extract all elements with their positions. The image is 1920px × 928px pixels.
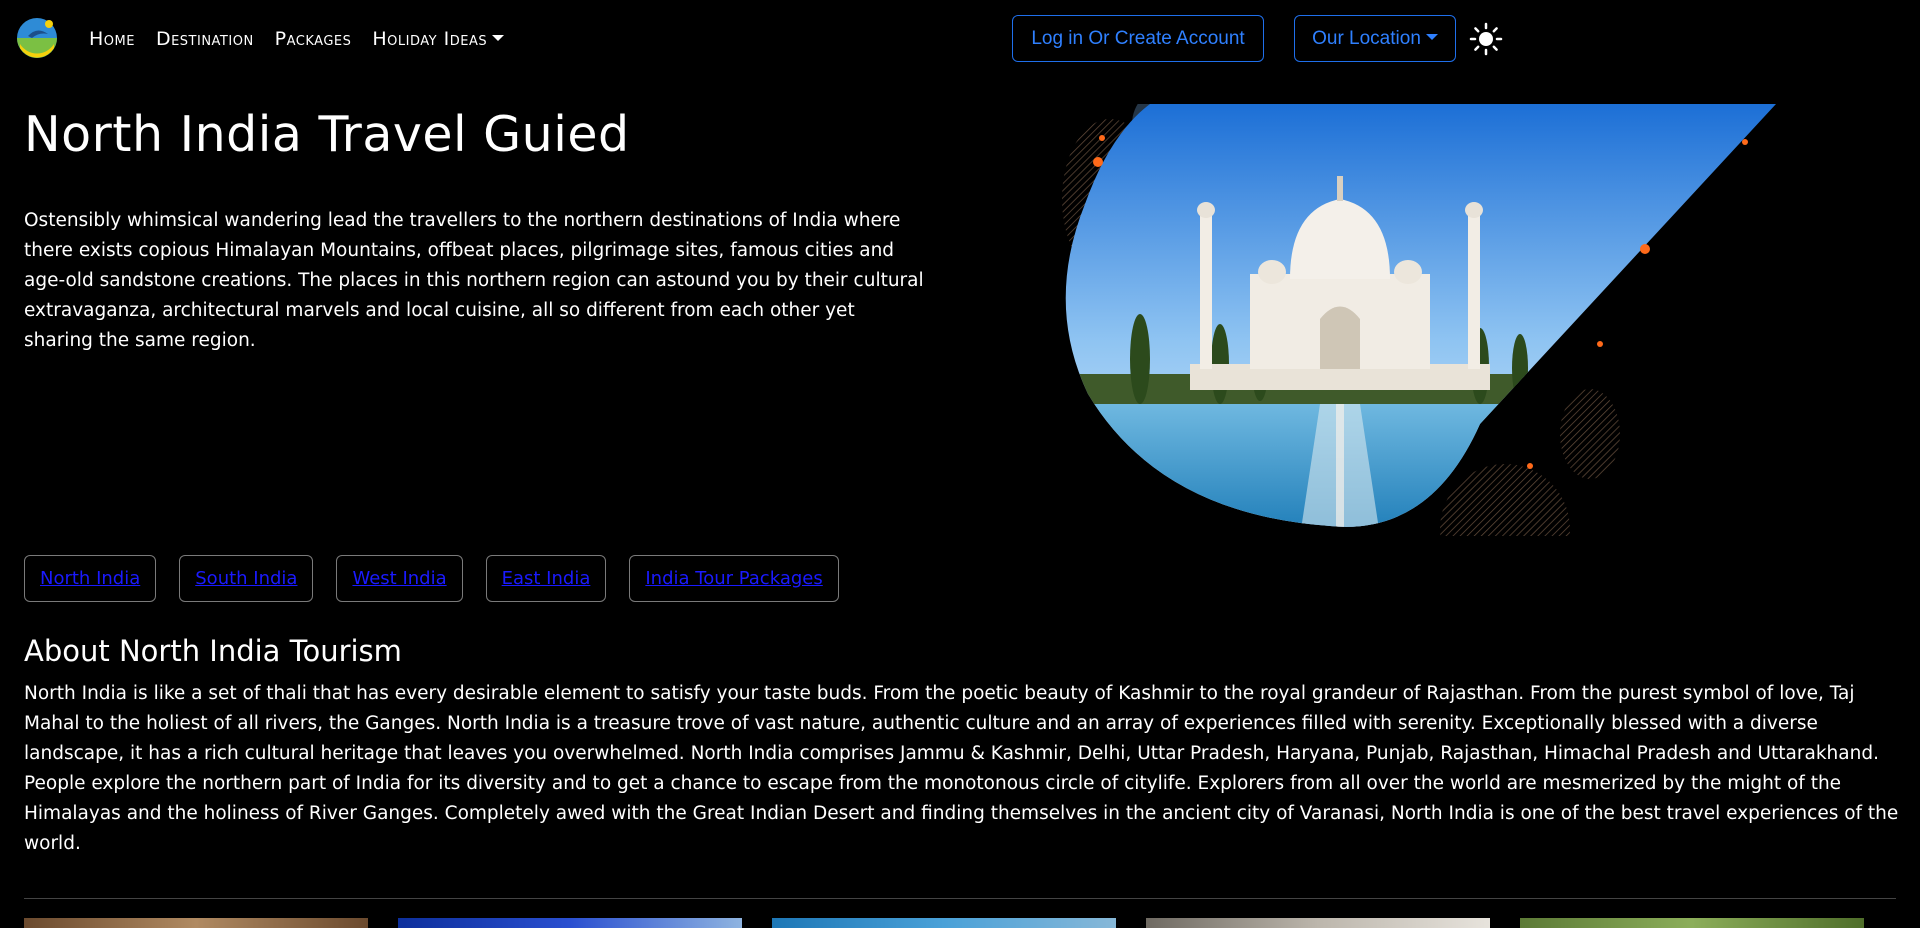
about-title: About North India Tourism bbox=[24, 634, 402, 668]
west-india-button[interactable]: West India bbox=[336, 555, 463, 602]
sun-icon[interactable] bbox=[1469, 22, 1503, 56]
nav-links: Home Destination Packages Holiday Ideas bbox=[89, 28, 505, 50]
east-india-button[interactable]: East India bbox=[485, 555, 607, 602]
nav-packages-link[interactable]: Packages bbox=[275, 28, 352, 50]
destination-card-image[interactable] bbox=[1146, 918, 1490, 928]
section-divider bbox=[24, 898, 1896, 899]
hero-description: Ostensibly whimsical wandering lead the … bbox=[24, 210, 924, 351]
our-location-dropdown[interactable]: Our Location bbox=[1294, 15, 1456, 62]
destination-card-image[interactable] bbox=[772, 918, 1116, 928]
taj-mahal-hero-image bbox=[1062, 104, 1776, 536]
page-title: North India Travel Guied bbox=[24, 106, 630, 163]
destination-cards bbox=[24, 918, 1864, 928]
navbar: Home Destination Packages Holiday Ideas … bbox=[0, 0, 1920, 80]
nav-packages-label: Packages bbox=[274, 28, 352, 50]
south-india-button[interactable]: South India bbox=[179, 555, 314, 602]
our-location-label: Our Location bbox=[1312, 27, 1421, 49]
nav-home-link[interactable]: Home bbox=[89, 28, 135, 50]
destination-card-image[interactable] bbox=[1520, 918, 1864, 928]
destination-card-image[interactable] bbox=[398, 918, 742, 928]
login-button-label: Log in Or Create Account bbox=[1031, 27, 1245, 49]
caret-down-icon bbox=[492, 34, 505, 41]
north-india-button[interactable]: North India bbox=[24, 555, 157, 602]
nav-destination-link[interactable]: Destination bbox=[156, 28, 254, 50]
nav-holiday-ideas-label: Holiday Ideas bbox=[372, 28, 488, 50]
india-tour-packages-button[interactable]: India Tour Packages bbox=[629, 555, 839, 602]
about-description: North India is like a set of thali that … bbox=[24, 683, 1899, 854]
site-logo[interactable] bbox=[14, 14, 60, 60]
caret-down-icon bbox=[1425, 34, 1438, 40]
nav-holiday-ideas-dropdown[interactable]: Holiday Ideas bbox=[372, 28, 505, 50]
nav-home-label: Home bbox=[89, 28, 135, 50]
nav-destination-label: Destination bbox=[155, 28, 254, 50]
login-button[interactable]: Log in Or Create Account bbox=[1012, 15, 1264, 62]
region-buttons: North India South India West India East … bbox=[24, 555, 839, 602]
destination-card-image[interactable] bbox=[24, 918, 368, 928]
